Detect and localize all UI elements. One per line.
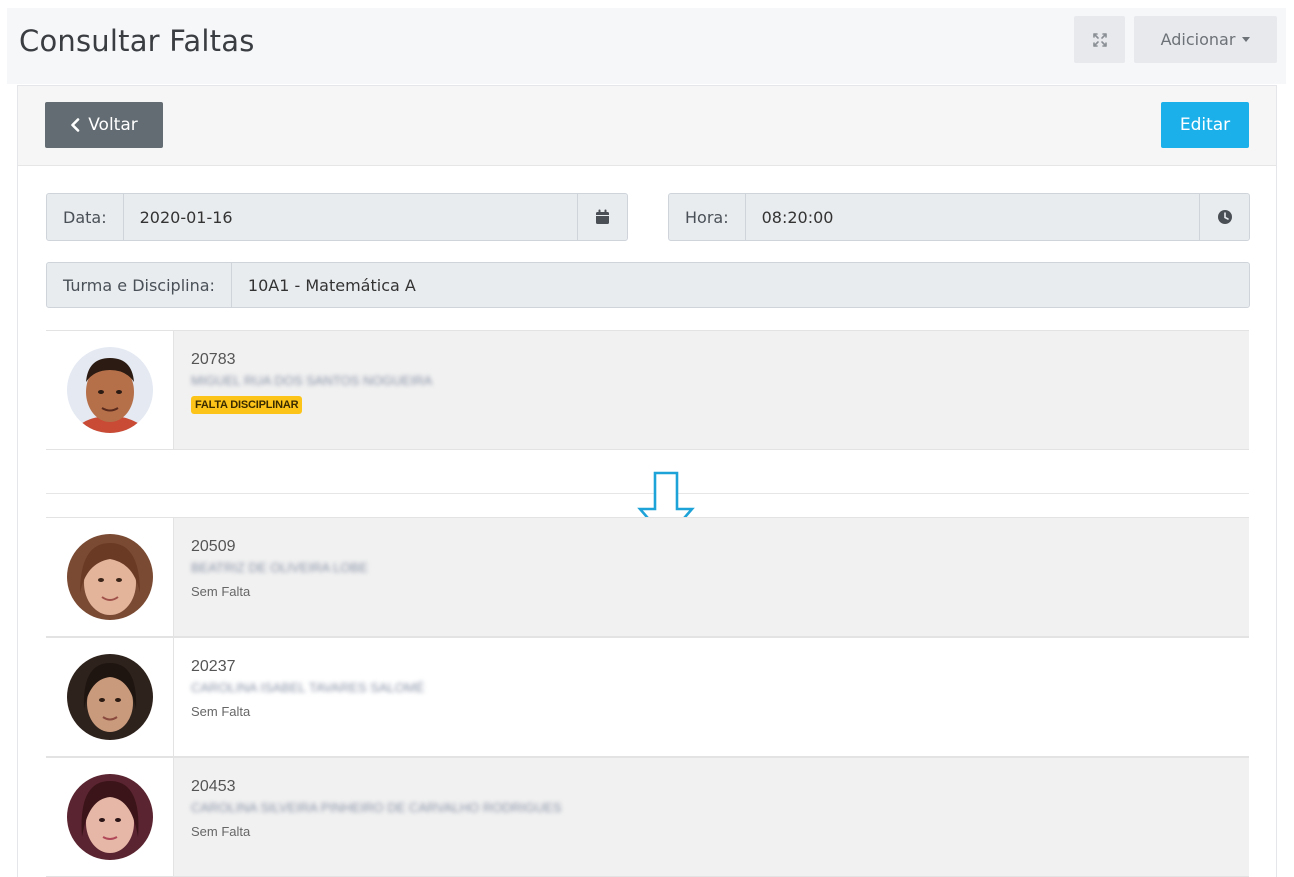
avatar-cell	[46, 331, 174, 449]
student-row[interactable]: 20237 CAROLINA ISABEL TAVARES SALOMÉ Sem…	[46, 637, 1249, 757]
date-field-group: Data:	[46, 193, 628, 241]
add-button-label: Adicionar	[1160, 30, 1236, 49]
page-title: Consultar Faltas	[19, 24, 255, 58]
student-name: BEATRIZ DE OLIVEIRA LOBE	[191, 560, 368, 575]
avatar	[66, 534, 153, 620]
panel-header: Voltar Editar	[18, 86, 1276, 166]
student-status: Sem Falta	[191, 584, 251, 599]
student-number: 20509	[191, 538, 236, 555]
student-name: CAROLINA SILVEIRA PINHEIRO DE CARVALHO R…	[191, 800, 562, 815]
student-info: 20237 CAROLINA ISABEL TAVARES SALOMÉ Sem…	[191, 658, 424, 719]
calendar-button[interactable]	[577, 194, 627, 240]
student-row[interactable]: 20783 MIGUEL RUA DOS SANTOS NOGUEIRA FAL…	[46, 330, 1249, 450]
date-label: Data:	[47, 194, 124, 240]
student-row[interactable]: 20509 BEATRIZ DE OLIVEIRA LOBE Sem Falta	[46, 517, 1249, 637]
date-input[interactable]	[123, 194, 577, 240]
add-dropdown-button[interactable]: Adicionar	[1134, 16, 1277, 63]
chevron-left-icon	[71, 118, 80, 132]
time-label: Hora:	[669, 194, 746, 240]
avatar	[66, 774, 153, 860]
caret-down-icon	[1242, 37, 1251, 42]
main-panel: Voltar Editar Data: Hora:	[17, 85, 1277, 877]
avatar-cell	[46, 638, 174, 756]
student-info: 20453 CAROLINA SILVEIRA PINHEIRO DE CARV…	[191, 778, 562, 839]
class-subject-label: Turma e Disciplina:	[47, 263, 232, 307]
class-subject-input[interactable]	[231, 263, 1249, 307]
student-number: 20783	[191, 351, 236, 368]
avatar-cell	[46, 758, 174, 876]
top-bar: Consultar Faltas Adicionar	[7, 8, 1286, 84]
avatar	[66, 654, 153, 740]
clock-button[interactable]	[1199, 194, 1249, 240]
student-info: 20783 MIGUEL RUA DOS SANTOS NOGUEIRA FAL…	[191, 351, 432, 414]
time-input[interactable]	[745, 194, 1199, 240]
student-info: 20509 BEATRIZ DE OLIVEIRA LOBE Sem Falta	[191, 538, 368, 599]
clock-icon	[1217, 210, 1232, 224]
student-number: 20453	[191, 778, 236, 795]
avatar-cell	[46, 518, 174, 636]
student-name: MIGUEL RUA DOS SANTOS NOGUEIRA	[191, 373, 433, 388]
student-row[interactable]: 20453 CAROLINA SILVEIRA PINHEIRO DE CARV…	[46, 757, 1249, 877]
expand-icon	[1092, 32, 1107, 47]
calendar-icon	[596, 209, 609, 224]
student-number: 20237	[191, 658, 236, 675]
student-status: Sem Falta	[191, 704, 251, 719]
edit-button[interactable]: Editar	[1161, 102, 1249, 148]
class-subject-field-group: Turma e Disciplina:	[46, 262, 1250, 308]
back-button[interactable]: Voltar	[45, 102, 163, 148]
back-button-label: Voltar	[88, 115, 138, 135]
avatar	[66, 347, 153, 433]
edit-button-label: Editar	[1179, 115, 1231, 135]
time-field-group: Hora:	[668, 193, 1250, 241]
student-name: CAROLINA ISABEL TAVARES SALOMÉ	[191, 680, 425, 695]
status-badge: FALTA DISCIPLINAR	[191, 396, 303, 414]
expand-button[interactable]	[1074, 16, 1125, 63]
student-status: Sem Falta	[191, 824, 251, 839]
